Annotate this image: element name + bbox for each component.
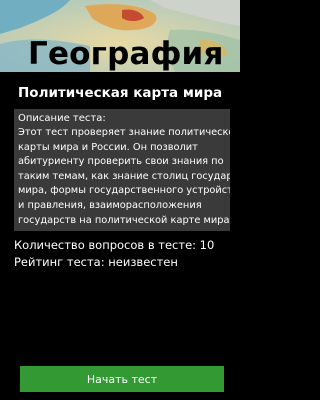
- questions-count: Количество вопросов в тесте: 10: [14, 238, 215, 252]
- description-box: Описание теста: Этот тест проверяет знан…: [14, 109, 230, 231]
- description-line: таким темам, как знание столиц государст: [18, 170, 230, 182]
- description-line: абитуриенту проверить свои знания по: [18, 156, 224, 168]
- description-line: мира, формы государственного устройств: [18, 185, 230, 197]
- description-line: Этот тест проверяет знание политической: [18, 127, 230, 138]
- test-rating: Рейтинг теста: неизвестен: [14, 255, 178, 269]
- description-line: карты мира и России. Он позволит: [18, 141, 198, 153]
- description-line: и правления, взаиморасположения: [18, 199, 202, 211]
- description-label: Описание теста:: [18, 113, 106, 124]
- description-text: Этот тест проверяет знание политической …: [18, 126, 230, 228]
- app-title: География: [28, 36, 224, 72]
- start-test-button[interactable]: Начать тест: [20, 366, 224, 392]
- test-title: Политическая карта мира: [18, 85, 223, 101]
- globe-banner-image: География: [0, 0, 240, 72]
- test-content: Политическая карта мира Описание теста: …: [0, 72, 240, 400]
- test-details-screen: География Политическая карта мира Описан…: [0, 0, 240, 400]
- description-line: государств на политической карте мира.: [18, 214, 230, 226]
